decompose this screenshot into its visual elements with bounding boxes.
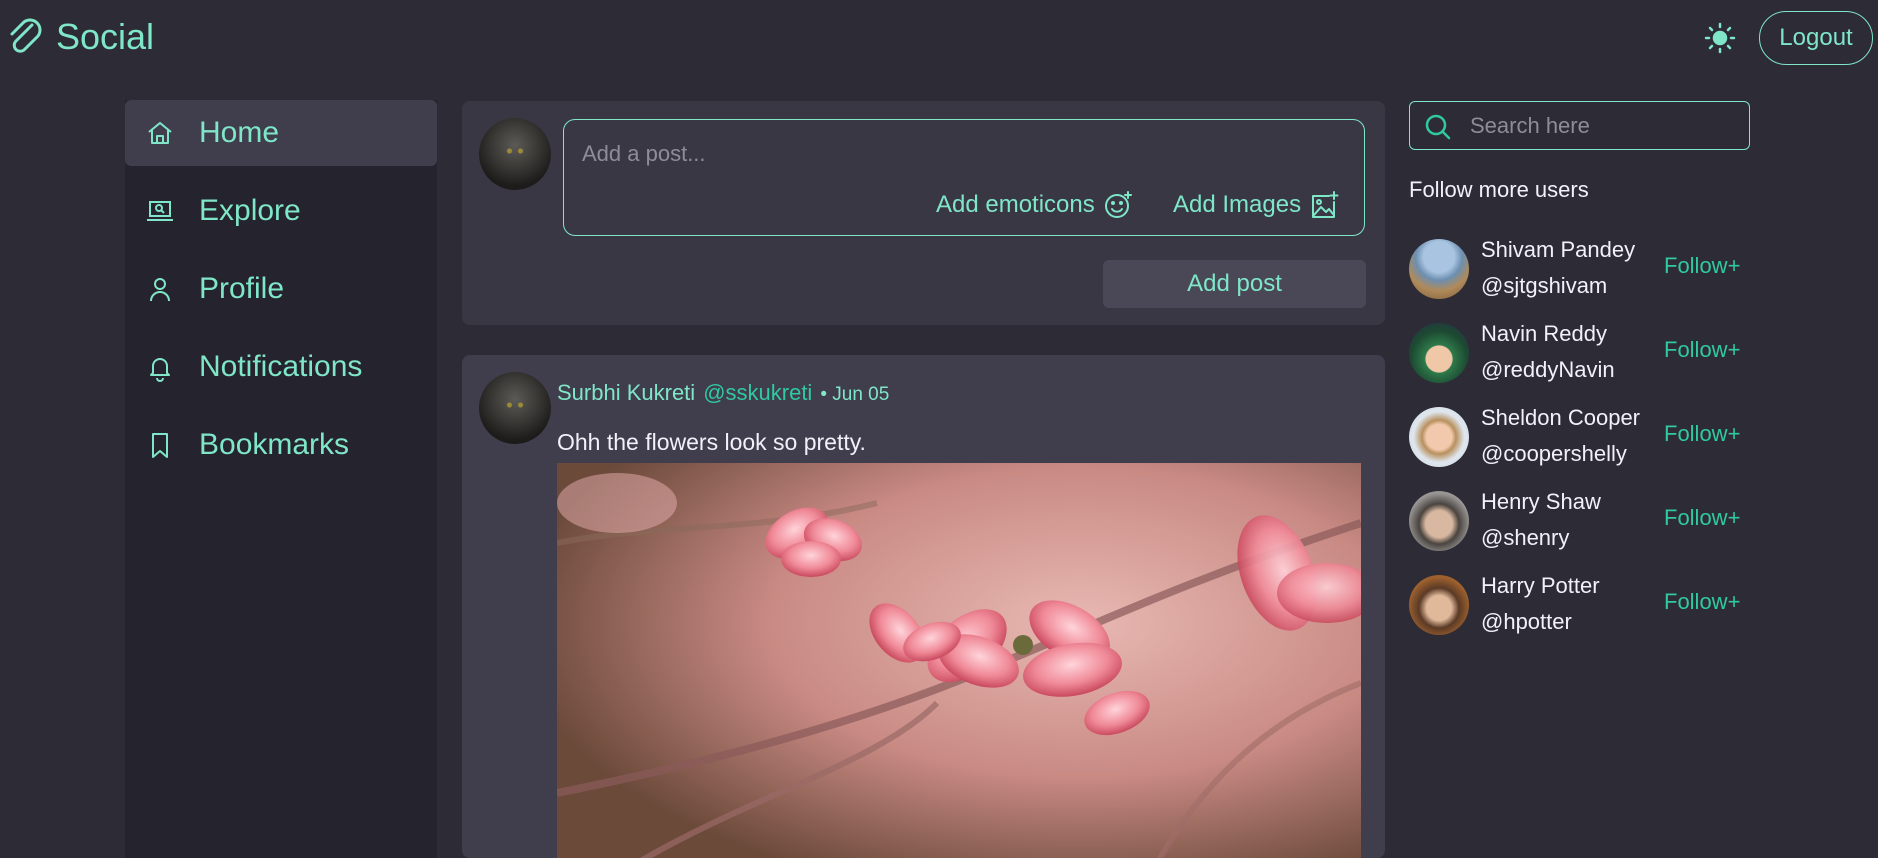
list-item: Sheldon Cooper @coopershelly Follow+ [1409, 405, 1750, 469]
follow-button[interactable]: Follow+ [1664, 421, 1740, 447]
user-name[interactable]: Harry Potter [1481, 573, 1600, 599]
user-name[interactable]: Shivam Pandey [1481, 237, 1635, 263]
avatar[interactable] [479, 372, 551, 444]
avatar[interactable] [1409, 491, 1469, 551]
add-images-button[interactable]: Add Images [1173, 190, 1339, 220]
add-post-button[interactable]: Add post [1103, 260, 1366, 308]
list-item: Shivam Pandey @sjtgshivam Follow+ [1409, 237, 1750, 301]
follow-suggestions-title: Follow more users [1409, 177, 1589, 202]
add-emoticons-label: Add emoticons [936, 191, 1095, 218]
bookmark-icon [152, 433, 168, 458]
post-input-box: Add emoticons Add Images [563, 119, 1365, 236]
top-bar: Social Logout [0, 0, 1878, 80]
emoji-icon [1104, 191, 1132, 218]
sidebar-item-profile[interactable]: Profile [125, 256, 437, 322]
search-box [1409, 101, 1750, 150]
avatar[interactable] [1409, 239, 1469, 299]
paperclip-icon [10, 18, 42, 53]
follow-button[interactable]: Follow+ [1664, 505, 1740, 531]
search-icon [1425, 114, 1451, 140]
flower-image [557, 463, 1361, 858]
post-text: Ohh the flowers look so pretty. [557, 429, 866, 455]
user-name[interactable]: Henry Shaw [1481, 489, 1601, 515]
avatar[interactable] [1409, 407, 1469, 467]
sidebar-item-bookmarks[interactable]: Bookmarks [125, 412, 437, 478]
sidebar-item-notifications[interactable]: Notifications [125, 334, 437, 400]
list-item: Navin Reddy @reddyNavin Follow+ [1409, 321, 1750, 385]
user-name[interactable]: Navin Reddy [1481, 321, 1607, 347]
list-item: Henry Shaw @shenry Follow+ [1409, 489, 1750, 553]
home-icon [148, 122, 172, 144]
post-input[interactable] [582, 138, 1342, 170]
post-handle[interactable]: @sskukreti [703, 380, 812, 406]
bell-icon [150, 358, 170, 382]
avatar[interactable] [1409, 323, 1469, 383]
brand-name: Social [56, 16, 155, 57]
follow-button[interactable]: Follow+ [1664, 337, 1740, 363]
follow-button[interactable]: Follow+ [1664, 589, 1740, 615]
search-input[interactable] [1470, 110, 1740, 142]
add-emoticons-button[interactable]: Add emoticons [936, 190, 1133, 220]
sun-icon [1704, 22, 1736, 54]
sidebar-item-label: Explore [199, 194, 301, 227]
list-item: Harry Potter @hpotter Follow+ [1409, 573, 1750, 637]
sidebar-item-explore[interactable]: Explore [125, 178, 437, 244]
explore-icon [147, 201, 173, 221]
sidebar-item-label: Notifications [199, 350, 363, 383]
post-header: Surbhi Kukreti @sskukreti • Jun 05 [557, 380, 889, 406]
sidebar-item-label: Profile [199, 272, 285, 305]
user-handle: @hpotter [1481, 609, 1572, 634]
user-name[interactable]: Sheldon Cooper [1481, 405, 1640, 431]
post-author[interactable]: Surbhi Kukreti [557, 380, 695, 406]
logout-button[interactable]: Logout [1759, 11, 1873, 65]
post-card: Surbhi Kukreti @sskukreti • Jun 05 Ohh t… [462, 355, 1385, 858]
theme-toggle-button[interactable] [1704, 22, 1736, 54]
follow-button[interactable]: Follow+ [1664, 253, 1740, 279]
user-handle: @shenry [1481, 525, 1570, 550]
user-handle: @sjtgshivam [1481, 273, 1608, 298]
sidebar-item-home[interactable]: Home [125, 100, 437, 166]
sidebar-item-label: Bookmarks [199, 428, 350, 461]
post-image[interactable] [557, 463, 1361, 858]
avatar[interactable] [479, 118, 551, 190]
add-image-icon [1312, 191, 1339, 218]
user-handle: @coopershelly [1481, 441, 1627, 466]
user-handle: @reddyNavin [1481, 357, 1615, 382]
post-date: • Jun 05 [820, 384, 890, 405]
sidebar-item-label: Home [199, 116, 280, 149]
avatar[interactable] [1409, 575, 1469, 635]
brand-logo[interactable]: Social [6, 16, 154, 58]
profile-icon [150, 278, 170, 302]
add-images-label: Add Images [1173, 191, 1302, 218]
post-composer: Add emoticons Add Images Add post [462, 101, 1385, 325]
sidebar-nav: Home Explore Profile Notifications Bookm… [125, 100, 437, 858]
